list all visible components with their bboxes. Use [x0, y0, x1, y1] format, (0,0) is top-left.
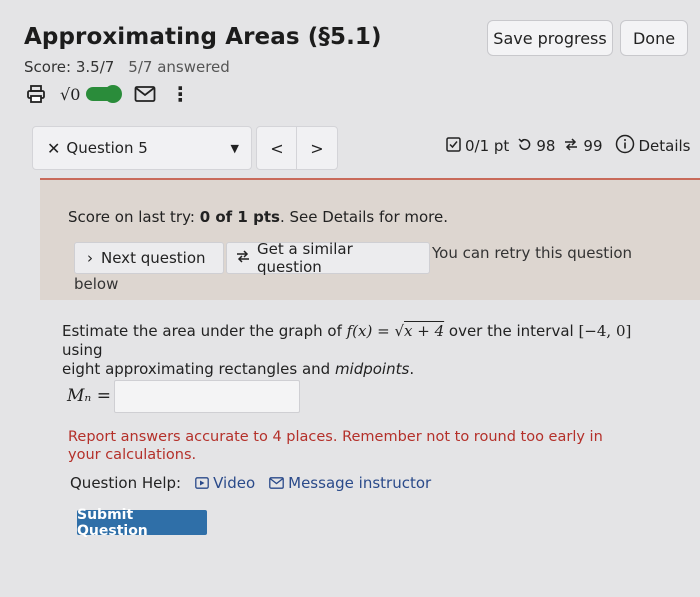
similar-question-label: Get a similar question [257, 240, 353, 276]
next-question-label: Next question [101, 249, 206, 267]
question-stats: 0/1 pt 98 99 Details [446, 134, 691, 158]
question-select-label: Question 5 [66, 139, 148, 157]
answer-input[interactable] [114, 380, 300, 413]
retry-message-below: below [74, 275, 119, 293]
sqrt-icon[interactable]: √0 [60, 85, 80, 104]
video-link[interactable]: Video [195, 474, 255, 492]
video-icon [195, 477, 209, 489]
similar-icon [563, 137, 579, 156]
similar-question-icon [235, 249, 251, 268]
interval: [−4, 0] [578, 322, 632, 340]
checkbox-icon [446, 136, 461, 156]
next-question-arrow-button[interactable]: > [296, 126, 338, 170]
function-rhs: x + 4 [404, 322, 445, 340]
details-label: Details [638, 137, 691, 155]
retries-count: 98 [536, 137, 556, 155]
answered-count: 5/7 answered [128, 58, 230, 76]
chevron-right-icon: › [87, 249, 93, 267]
answer-label: Mₙ = [67, 386, 111, 406]
next-question-button[interactable]: › Next question [74, 242, 224, 274]
submit-question-button[interactable]: Submit Question [77, 507, 207, 539]
score-summary: Score: 3.5/7 5/7 answered [24, 58, 230, 76]
retry-message: You can retry this question [432, 244, 633, 262]
points-text: 0/1 pt [465, 137, 510, 155]
question-help-label: Question Help: [70, 474, 182, 492]
chevron-down-icon: ▼ [230, 141, 239, 155]
rounding-notice: Report answers accurate to 4 places. Rem… [68, 429, 603, 463]
mail-icon [269, 477, 284, 489]
message-instructor-link[interactable]: Message instructor [269, 474, 431, 492]
close-icon: ✕ [47, 138, 61, 158]
last-try-score: Score on last try: 0 of 1 pts. See Detai… [68, 208, 449, 226]
printer-icon[interactable] [26, 84, 46, 104]
toolbar: √0 ⋮ [26, 84, 190, 104]
details-button[interactable]: Details [615, 134, 691, 158]
done-button[interactable]: Done [620, 20, 688, 56]
save-progress-button[interactable]: Save progress [487, 20, 613, 56]
question-help: Question Help: Video Message instructor [70, 474, 431, 492]
similar-question-button[interactable]: Get a similar question [226, 240, 430, 276]
kebab-icon[interactable]: ⋮ [170, 84, 190, 104]
problem-statement: Estimate the area under the graph of f(x… [62, 322, 632, 378]
toggle-icon[interactable] [86, 85, 123, 103]
info-icon [615, 134, 635, 158]
feedback-panel: Score on last try: 0 of 1 pts. See Detai… [40, 178, 700, 300]
previous-question-button[interactable]: < [256, 126, 298, 170]
score-text: Score: 3.5/7 [24, 58, 115, 76]
function-lhs: f(x) [346, 322, 373, 340]
question-select[interactable]: ✕ Question 5 ▼ [32, 126, 252, 170]
similar-count: 99 [583, 137, 603, 155]
retry-icon [517, 137, 532, 156]
page-title: Approximating Areas (§5.1) [24, 24, 382, 50]
mail-icon[interactable] [134, 85, 156, 103]
